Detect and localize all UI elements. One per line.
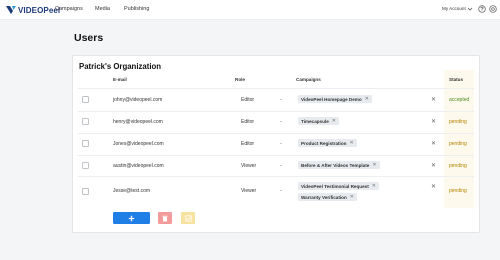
logo-mark-icon xyxy=(6,6,16,14)
column-header-campaigns: Campaigns xyxy=(296,77,321,82)
user-role[interactable]: Viewer xyxy=(241,163,256,169)
status-badge: pending xyxy=(449,163,467,169)
user-email: austin@videopeel.com xyxy=(113,163,164,169)
check-icon xyxy=(184,214,192,222)
logo[interactable]: VIDEOPeel xyxy=(6,4,60,16)
campaign-tag: Timecapsule ✕ xyxy=(298,117,339,125)
organization-name: Patrick's Organization xyxy=(79,62,162,71)
plus-icon xyxy=(128,215,135,221)
confirm-button[interactable] xyxy=(181,212,195,224)
my-account-menu[interactable]: My Account xyxy=(442,6,466,11)
campaign-tag-label: VideoPeel Homepage Demo xyxy=(301,96,362,102)
user-role[interactable]: Editor xyxy=(241,141,254,147)
column-header-role: Role xyxy=(235,77,245,82)
campaign-tag: VideoPeel Homepage Demo ✕ xyxy=(298,95,372,103)
nav-link-media[interactable]: Media xyxy=(95,6,110,12)
row-checkbox[interactable] xyxy=(82,188,89,195)
campaign-tag: Warranty Verification ✕ xyxy=(298,193,357,201)
campaign-tag-label: Before & After Videos Template xyxy=(301,162,370,168)
status-badge: pending xyxy=(449,119,467,125)
role-separator: - xyxy=(280,119,282,125)
add-user-button[interactable] xyxy=(113,212,150,224)
table-row: Jones@videopeel.com Editor - Product Reg… xyxy=(0,134,500,155)
user-email: Jesse@test.com xyxy=(113,188,151,194)
campaign-tag: Product Registration ✕ xyxy=(298,139,357,147)
remove-tag-icon[interactable]: ✕ xyxy=(372,162,376,168)
user-email: henry@videopeel.com xyxy=(113,119,163,125)
row-checkbox[interactable] xyxy=(82,118,89,125)
user-role[interactable]: Editor xyxy=(241,119,254,125)
campaign-tag-label: VideoPeel Testimonial Request xyxy=(301,183,369,189)
user-role[interactable]: Editor xyxy=(241,97,254,103)
campaign-tag: VideoPeel Testimonial Request ✕ xyxy=(298,182,379,190)
delete-user-button[interactable] xyxy=(158,212,172,224)
campaign-tag-label: Warranty Verification xyxy=(301,194,347,200)
role-separator: - xyxy=(280,163,282,169)
clear-campaigns-icon[interactable]: ✕ xyxy=(431,140,436,147)
user-role[interactable]: Viewer xyxy=(241,188,256,194)
campaign-tag-label: Product Registration xyxy=(301,140,347,146)
clear-campaigns-icon[interactable]: ✕ xyxy=(431,118,436,125)
row-checkbox[interactable] xyxy=(82,96,89,103)
page-title: Users xyxy=(74,32,104,44)
remove-tag-icon[interactable]: ✕ xyxy=(365,96,369,102)
remove-tag-icon[interactable]: ✕ xyxy=(349,140,353,146)
campaign-tag-label: Timecapsule xyxy=(301,118,329,124)
role-separator: - xyxy=(280,97,282,103)
role-separator: - xyxy=(280,141,282,147)
column-header-email: E-mail xyxy=(113,77,127,82)
remove-tag-icon[interactable]: ✕ xyxy=(350,194,354,200)
status-badge: pending xyxy=(449,141,467,147)
table-row: johny@videopeel.com Editor - VideoPeel H… xyxy=(0,89,500,111)
help-icon[interactable] xyxy=(478,5,486,13)
clear-campaigns-icon[interactable]: ✕ xyxy=(431,162,436,169)
table-row: austin@videopeel.com Viewer - Before & A… xyxy=(0,156,500,176)
user-email: johny@videopeel.com xyxy=(113,97,163,103)
role-separator: - xyxy=(280,188,282,194)
chevron-down-icon[interactable] xyxy=(467,6,473,12)
trash-icon xyxy=(162,215,168,221)
row-checkbox[interactable] xyxy=(82,140,89,147)
logo-text: VIDEOPeel xyxy=(18,5,61,15)
clear-campaigns-icon[interactable]: ✕ xyxy=(431,183,436,190)
table-row: henry@videopeel.com Editor - Timecapsule… xyxy=(0,112,500,133)
remove-tag-icon[interactable]: ✕ xyxy=(332,118,336,124)
settings-icon[interactable] xyxy=(489,5,497,13)
clear-campaigns-icon[interactable]: ✕ xyxy=(431,96,436,103)
remove-tag-icon[interactable]: ✕ xyxy=(372,183,376,189)
row-checkbox[interactable] xyxy=(82,162,89,169)
campaign-tag: Before & After Videos Template ✕ xyxy=(298,161,380,169)
column-header-status: Status xyxy=(449,77,464,82)
table-row: Jesse@test.com Viewer - VideoPeel Testim… xyxy=(0,177,500,207)
status-badge: pending xyxy=(449,188,467,194)
top-nav: VIDEOPeel Campaigns Media Publishing My … xyxy=(0,0,500,20)
nav-link-campaigns[interactable]: Campaigns xyxy=(55,6,83,12)
status-badge: accepted xyxy=(449,97,470,103)
nav-link-publishing[interactable]: Publishing xyxy=(124,6,149,12)
user-email: Jones@videopeel.com xyxy=(113,141,164,147)
